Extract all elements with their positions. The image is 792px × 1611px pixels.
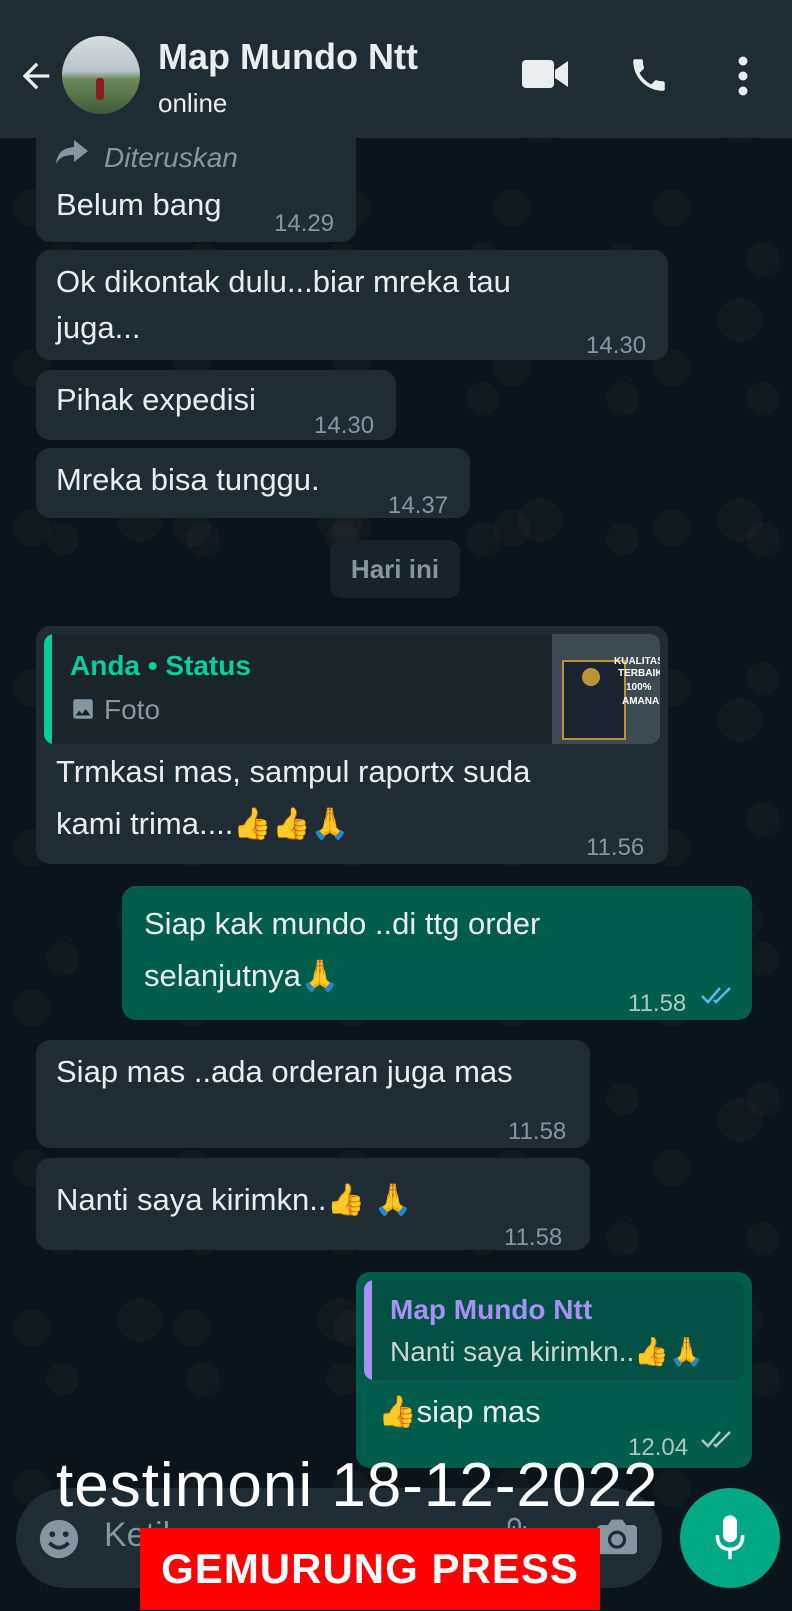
message-text-line-2: selanjutnya🙏 <box>144 952 339 1000</box>
contact-name[interactable]: Map Mundo Ntt <box>158 36 418 78</box>
message-time: 14.30 <box>314 412 375 439</box>
emoji-pray: 🙏 <box>300 958 340 993</box>
quoted-message[interactable]: Map Mundo Ntt Nanti saya kirimkn..👍🙏 <box>364 1280 744 1380</box>
message-time: 11.58 <box>628 990 687 1017</box>
camera-icon[interactable] <box>594 1516 640 1556</box>
quote-text: Nanti saya kirimkn..👍🙏 <box>390 1332 704 1372</box>
message-time: 14.30 <box>586 332 647 359</box>
message-text: kami trima.... <box>56 806 234 841</box>
message-text-content: siap mas <box>416 1394 541 1429</box>
forward-icon <box>56 140 88 164</box>
chat-header: Map Mundo Ntt online <box>0 0 792 138</box>
emoji-thumbs: 👍 <box>378 1394 417 1429</box>
back-arrow-icon[interactable] <box>16 56 56 96</box>
quoted-status[interactable]: Anda • Status Foto KUALITAS TERBAIK 100%… <box>44 634 660 744</box>
message-text-line-2: kami trima....👍👍🙏 <box>56 800 349 848</box>
quote-type: Foto <box>104 694 161 725</box>
thumb-text: AMANAH <box>622 696 660 707</box>
brand-banner: GEMURUNG PRESS <box>140 1528 600 1610</box>
photo-icon <box>73 699 93 719</box>
message-time: 11.58 <box>504 1224 563 1251</box>
mic-button[interactable] <box>680 1488 780 1588</box>
contact-status: online <box>158 88 228 118</box>
quote-emoji: 👍🙏 <box>634 1336 705 1367</box>
message-text-line-2: juga... <box>56 310 141 345</box>
message-text: Siap mas ..ada orderan juga mas <box>56 1054 513 1089</box>
message-time: 14.29 <box>274 210 335 237</box>
message-text-line-1: Ok dikontak dulu...biar mreka tau <box>56 264 511 299</box>
message-text: Pihak expedisi <box>56 382 256 417</box>
quote-text-content: Nanti saya kirimkn.. <box>390 1336 635 1367</box>
message-text: selanjutnya <box>144 958 301 993</box>
message-text-line-1: Trmkasi mas, sampul raportx suda <box>56 754 531 789</box>
more-vert-icon[interactable] <box>736 56 750 96</box>
emoji-thumbs-pray: 👍 🙏 <box>326 1182 413 1217</box>
message-text-content: Nanti saya kirimkn.. <box>56 1182 327 1217</box>
message-time: 11.56 <box>586 834 645 861</box>
message-text: Belum bang <box>56 187 222 222</box>
delivered-ticks-icon <box>701 1431 731 1448</box>
emoji-icon[interactable] <box>36 1516 82 1562</box>
status-thumbnail[interactable]: KUALITAS TERBAIK 100% AMANAH <box>552 634 660 744</box>
read-ticks-icon <box>701 987 731 1004</box>
incoming-message[interactable]: Mreka bisa tunggu. 14.37 <box>36 448 470 519</box>
message-text: Mreka bisa tunggu. <box>56 462 320 497</box>
quote-author: Map Mundo Ntt <box>390 1294 593 1325</box>
incoming-message[interactable]: Diteruskan Belum bang 14.29 <box>36 124 356 242</box>
forwarded-label: Diteruskan <box>104 142 238 173</box>
message-text-line-1: Siap kak mundo ..di ttg order <box>144 906 541 941</box>
voice-call-icon[interactable] <box>628 54 670 96</box>
quote-bar <box>364 1280 372 1380</box>
message-time: 11.58 <box>508 1118 567 1145</box>
message-time: 14.37 <box>388 492 449 519</box>
quote-author: Anda • Status <box>70 650 251 681</box>
contact-avatar[interactable] <box>62 36 140 114</box>
testimonial-caption: testimoni 18-12-2022 <box>56 1451 659 1520</box>
emoji-thumbs-pray: 👍👍🙏 <box>233 806 350 841</box>
outgoing-message[interactable]: Siap kak mundo ..di ttg order selanjutny… <box>122 886 752 1020</box>
date-chip: Hari ini <box>330 540 460 598</box>
incoming-message[interactable]: Nanti saya kirimkn..👍 🙏 11.58 <box>36 1158 590 1251</box>
mic-icon <box>715 1515 745 1560</box>
incoming-message[interactable]: Anda • Status Foto KUALITAS TERBAIK 100%… <box>36 626 668 864</box>
incoming-message[interactable]: Pihak expedisi 14.30 <box>36 370 396 440</box>
message-text: 👍siap mas <box>378 1388 541 1436</box>
outgoing-message[interactable]: Map Mundo Ntt Nanti saya kirimkn..👍🙏 👍si… <box>356 1272 752 1468</box>
incoming-message[interactable]: Siap mas ..ada orderan juga mas 11.58 <box>36 1040 590 1148</box>
video-call-icon[interactable] <box>522 56 568 92</box>
incoming-message[interactable]: Ok dikontak dulu...biar mreka tau juga..… <box>36 250 668 360</box>
quote-bar <box>44 634 52 744</box>
message-text: Nanti saya kirimkn..👍 🙏 <box>56 1176 412 1224</box>
